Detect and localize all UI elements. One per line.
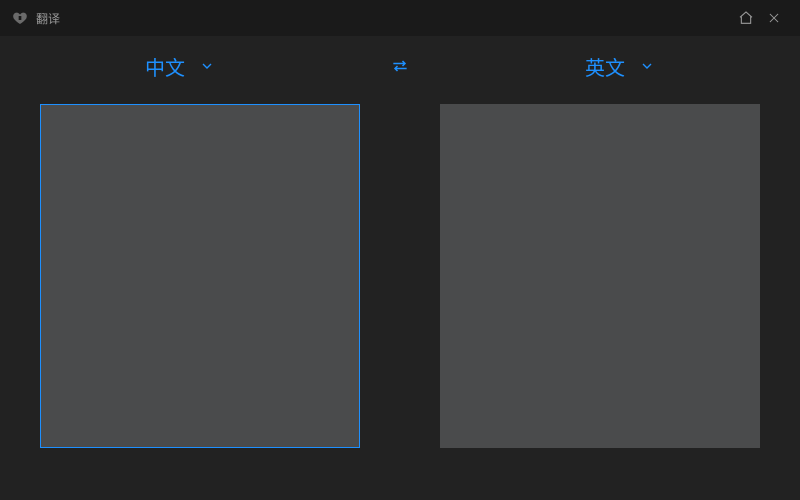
source-language-label: 中文 [145,52,185,81]
target-language-label: 英文 [585,52,625,81]
target-text-pane[interactable] [440,104,760,448]
language-row: 中文 英文 [0,36,800,96]
titlebar: 翻译 [0,0,800,36]
window-title: 翻译 [36,10,60,27]
translation-panes [0,96,800,488]
chevron-down-icon [639,58,655,74]
source-text-pane[interactable] [40,104,360,448]
chevron-down-icon [199,58,215,74]
close-button[interactable] [760,4,788,32]
swap-languages-button[interactable] [360,56,440,76]
target-language-select[interactable]: 英文 [440,52,800,81]
app-icon [12,10,28,26]
home-button[interactable] [732,4,760,32]
source-language-select[interactable]: 中文 [0,52,360,81]
